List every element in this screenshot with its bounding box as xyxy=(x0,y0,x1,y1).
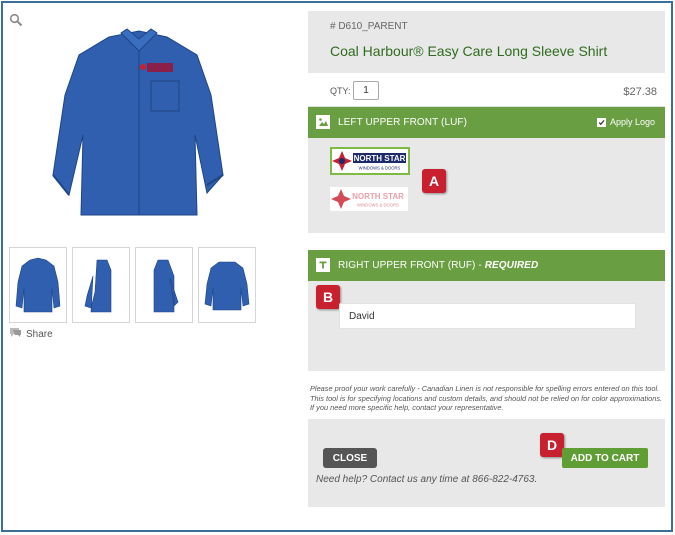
thumbnail-side[interactable] xyxy=(72,247,130,323)
luf-section-title: LEFT UPPER FRONT (LUF) xyxy=(338,117,468,128)
share-icon xyxy=(9,325,22,343)
logo-line2: WINDOWS & DOORS xyxy=(357,203,399,208)
zoom-icon[interactable] xyxy=(9,13,23,27)
marker-a: A xyxy=(422,169,446,193)
share-link[interactable]: Share xyxy=(9,325,53,343)
image-icon xyxy=(316,115,330,129)
logo-line2: WINDOWS & DOORS xyxy=(359,166,401,171)
disclaimer-text: Please proof your work carefully - Canad… xyxy=(308,381,665,419)
customization-panel: # D610_PARENT Coal Harbour® Easy Care Lo… xyxy=(308,11,665,507)
ruf-section-header: RIGHT UPPER FRONT (RUF) - REQUIRED xyxy=(308,250,665,281)
help-text: Need help? Contact us any time at 866-82… xyxy=(316,474,538,485)
marker-b: B xyxy=(316,285,340,309)
logo-line1: NORTH STAR xyxy=(354,154,406,163)
apply-logo-checkbox[interactable]: Apply Logo xyxy=(596,117,655,127)
product-sku: # D610_PARENT xyxy=(330,21,408,32)
checkbox-checked-icon xyxy=(596,117,606,127)
thumbnail-front[interactable] xyxy=(9,247,67,323)
luf-section-header: LEFT UPPER FRONT (LUF) Apply Logo xyxy=(308,107,665,138)
product-title: Coal Harbour® Easy Care Long Sleeve Shir… xyxy=(330,43,608,59)
ruf-name-input[interactable] xyxy=(339,303,636,329)
text-icon xyxy=(316,258,330,272)
thumbnail-side-alt[interactable] xyxy=(135,247,193,323)
share-label: Share xyxy=(26,328,53,340)
logo-option-selected[interactable]: NORTH STAR WINDOWS & DOORS xyxy=(330,147,410,175)
product-customizer: Share # D610_PARENT Coal Harbour® Easy C… xyxy=(1,1,673,532)
apply-logo-label: Apply Logo xyxy=(609,117,655,127)
ruf-text-entry: B xyxy=(308,281,665,371)
add-to-cart-button[interactable]: ADD TO CART xyxy=(562,448,648,468)
quantity-row: QTY: $27.38 xyxy=(308,73,665,107)
close-button[interactable]: CLOSE xyxy=(323,448,377,468)
marker-d: D xyxy=(540,433,564,457)
thumbnail-back[interactable] xyxy=(198,247,256,323)
qty-input[interactable] xyxy=(353,81,379,100)
qty-label: QTY: xyxy=(330,86,351,96)
luf-logo-options: NORTH STAR WINDOWS & DOORS NORTH STAR WI… xyxy=(308,138,665,233)
thumbnail-strip xyxy=(9,247,256,323)
ruf-section-title: RIGHT UPPER FRONT (RUF) - REQUIRED xyxy=(338,260,538,271)
product-price: $27.38 xyxy=(623,86,657,98)
logo-line1: NORTH STAR xyxy=(352,192,404,201)
product-image[interactable] xyxy=(47,25,229,221)
product-header: # D610_PARENT Coal Harbour® Easy Care Lo… xyxy=(308,11,665,73)
ruf-title-text: RIGHT UPPER FRONT (RUF) - xyxy=(338,260,485,271)
logo-option-faded[interactable]: NORTH STAR WINDOWS & DOORS xyxy=(330,187,408,211)
required-label: REQUIRED xyxy=(484,260,539,271)
action-footer: CLOSE D ADD TO CART Need help? Contact u… xyxy=(308,419,665,507)
